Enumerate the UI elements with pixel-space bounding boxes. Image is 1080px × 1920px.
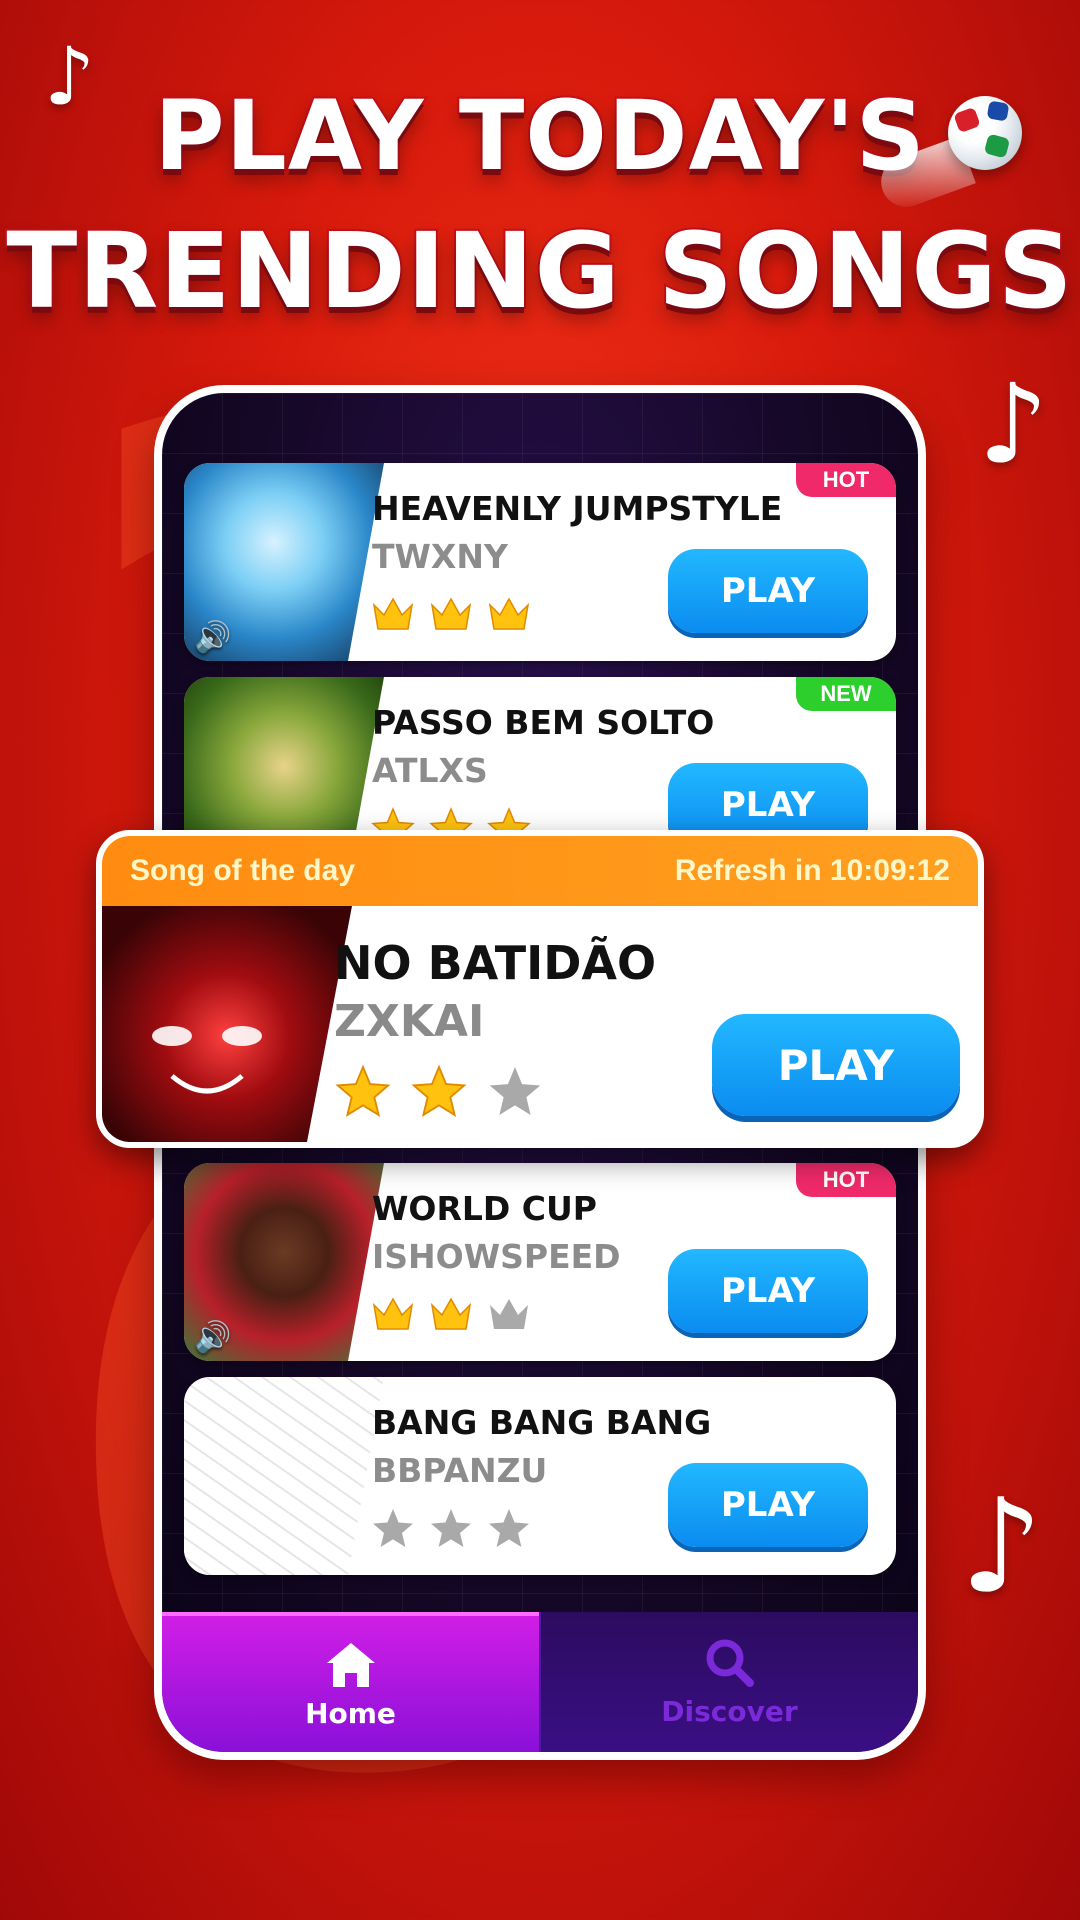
song-artist: ZXKAI bbox=[334, 996, 485, 1047]
nav-home-tab[interactable]: Home bbox=[162, 1612, 539, 1752]
play-button[interactable]: PLAY bbox=[712, 1014, 960, 1116]
crown-icon bbox=[372, 1297, 414, 1330]
play-button[interactable]: PLAY bbox=[668, 1249, 868, 1333]
song-cover-image bbox=[184, 1377, 384, 1575]
song-title: HEAVENLY JUMPSTYLE bbox=[372, 489, 783, 528]
nav-home-label: Home bbox=[305, 1696, 396, 1730]
crown-icon bbox=[430, 597, 472, 630]
hot-badge: HOT bbox=[796, 463, 896, 497]
crown-icon bbox=[372, 597, 414, 630]
song-artist: ATLXS bbox=[372, 751, 488, 790]
home-icon bbox=[326, 1642, 375, 1687]
refresh-timer: Refresh in 10:09:12 bbox=[674, 854, 950, 887]
song-artist: BBPANZU bbox=[372, 1451, 548, 1490]
music-note-icon: ♪ bbox=[960, 1470, 1043, 1622]
crown-rating bbox=[370, 593, 532, 635]
play-button[interactable]: PLAY bbox=[668, 1463, 868, 1547]
star-icon bbox=[489, 1067, 541, 1115]
nav-discover-label: Discover bbox=[661, 1694, 798, 1728]
new-badge: NEW bbox=[796, 677, 896, 711]
headline-line-2: TRENDING SONGS bbox=[4, 208, 1074, 334]
song-of-the-day-label: Song of the day bbox=[130, 854, 355, 887]
crown-icon bbox=[490, 1299, 528, 1329]
bottom-nav: Home Discover bbox=[162, 1612, 918, 1752]
search-icon bbox=[706, 1639, 754, 1687]
speaker-icon[interactable]: 🔊 bbox=[194, 1320, 231, 1355]
song-title: NO BATIDÃO bbox=[334, 936, 657, 990]
crown-icon bbox=[430, 1297, 472, 1330]
crown-rating bbox=[370, 1293, 532, 1335]
crown-icon bbox=[488, 597, 530, 630]
song-title: BANG BANG BANG bbox=[372, 1403, 712, 1442]
song-card[interactable]: 🔊 HOT WORLD CUP ISHOWSPEED PLAY bbox=[184, 1163, 896, 1361]
song-card[interactable]: 🔊 HOT HEAVENLY JUMPSTYLE TWXNY PLAY bbox=[184, 463, 896, 661]
song-title: WORLD CUP bbox=[372, 1189, 597, 1228]
star-icon bbox=[411, 1064, 467, 1117]
song-title: PASSO BEM SOLTO bbox=[372, 703, 715, 742]
star-icon bbox=[335, 1064, 391, 1117]
song-artist: ISHOWSPEED bbox=[372, 1237, 621, 1276]
music-note-icon: ♪ bbox=[978, 360, 1049, 488]
song-cover-image bbox=[102, 906, 352, 1142]
star-icon bbox=[431, 1509, 471, 1547]
play-button[interactable]: PLAY bbox=[668, 549, 868, 633]
song-card[interactable]: BANG BANG BANG BBPANZU PLAY bbox=[184, 1377, 896, 1575]
song-of-the-day-card[interactable]: Song of the day Refresh in 10:09:12 NO B… bbox=[96, 830, 984, 1148]
hot-badge: HOT bbox=[796, 1163, 896, 1197]
star-icon bbox=[489, 1509, 529, 1547]
speaker-icon[interactable]: 🔊 bbox=[194, 620, 231, 655]
star-icon bbox=[373, 1509, 413, 1547]
star-rating bbox=[334, 1064, 544, 1118]
soccer-ball-icon bbox=[948, 96, 1022, 170]
song-artist: TWXNY bbox=[372, 537, 508, 576]
nav-discover-tab[interactable]: Discover bbox=[539, 1612, 918, 1752]
song-of-the-day-header: Song of the day Refresh in 10:09:12 bbox=[102, 836, 978, 906]
star-rating bbox=[370, 1507, 532, 1549]
